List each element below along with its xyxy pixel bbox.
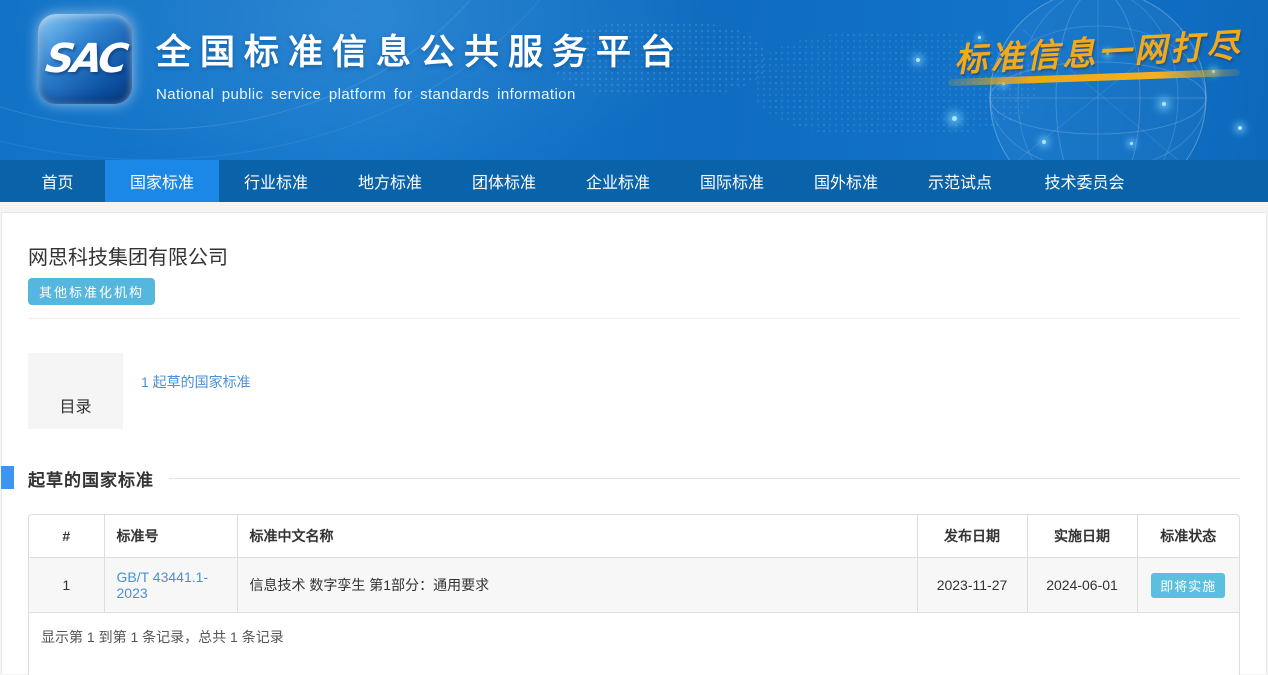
glow-dot bbox=[952, 116, 957, 121]
nav-item-home[interactable]: 首页 bbox=[10, 160, 105, 202]
standard-number-link[interactable]: GB/T 43441.1-2023 bbox=[117, 569, 209, 601]
section-header: 起草的国家标准 bbox=[2, 466, 1266, 490]
nav-item-pilot-demos[interactable]: 示范试点 bbox=[903, 160, 1017, 202]
site-title: 全国标准信息公共服务平台 bbox=[156, 24, 684, 75]
cell-index: 1 bbox=[29, 558, 104, 613]
section-rule bbox=[169, 478, 1240, 479]
nav-item-enterprise-standards[interactable]: 企业标准 bbox=[561, 160, 675, 202]
col-header-standard-no: 标准号 bbox=[104, 515, 237, 558]
glow-dot bbox=[1042, 140, 1046, 144]
sac-logo[interactable]: SAC bbox=[38, 14, 132, 104]
org-name: 网思科技集团有限公司 bbox=[28, 247, 1240, 269]
site-subtitle: National public service platform for sta… bbox=[156, 86, 684, 103]
toc-link-drafted-standards[interactable]: 1 起草的国家标准 bbox=[141, 374, 251, 390]
sac-logo-text: SAC bbox=[42, 36, 127, 82]
nav-item-technical-committees[interactable]: 技术委员会 bbox=[1017, 160, 1152, 202]
table-row: 1 GB/T 43441.1-2023 信息技术 数字孪生 第1部分：通用要求 … bbox=[29, 558, 1239, 613]
glow-dot bbox=[1130, 142, 1133, 145]
standards-table-container: # 标准号 标准中文名称 发布日期 实施日期 标准状态 1 GB/T 43441… bbox=[28, 514, 1240, 675]
col-header-standard-name: 标准中文名称 bbox=[237, 515, 917, 558]
toc-label: 目录 bbox=[28, 353, 123, 429]
section-marker bbox=[1, 466, 14, 489]
table-header-row: # 标准号 标准中文名称 发布日期 实施日期 标准状态 bbox=[29, 515, 1239, 558]
record-summary: 显示第 1 到第 1 条记录，总共 1 条记录 bbox=[29, 612, 1239, 675]
glow-dot bbox=[1238, 126, 1242, 130]
site-titles: 全国标准信息公共服务平台 National public service pla… bbox=[156, 24, 684, 103]
col-header-implement-date: 实施日期 bbox=[1027, 515, 1137, 558]
section-title: 起草的国家标准 bbox=[28, 466, 154, 491]
standards-table: # 标准号 标准中文名称 发布日期 实施日期 标准状态 1 GB/T 43441… bbox=[29, 515, 1239, 612]
toc-body: 1 起草的国家标准 bbox=[123, 353, 1240, 429]
col-header-publish-date: 发布日期 bbox=[917, 515, 1027, 558]
cell-standard-name: 信息技术 数字孪生 第1部分：通用要求 bbox=[237, 558, 917, 613]
status-badge: 即将实施 bbox=[1151, 573, 1225, 598]
cell-standard-no: GB/T 43441.1-2023 bbox=[104, 558, 237, 613]
nav-item-national-standards[interactable]: 国家标准 bbox=[105, 160, 219, 202]
site-banner: SAC 全国标准信息公共服务平台 National public service… bbox=[0, 0, 1268, 160]
toc-panel: 目录 1 起草的国家标准 bbox=[28, 353, 1240, 429]
glow-dot bbox=[916, 58, 920, 62]
cell-publish-date: 2023-11-27 bbox=[917, 558, 1027, 613]
col-header-status: 标准状态 bbox=[1137, 515, 1239, 558]
main-nav: 首页 国家标准 行业标准 地方标准 团体标准 企业标准 国际标准 国外标准 示范… bbox=[0, 160, 1268, 202]
main-content: 网思科技集团有限公司 其他标准化机构 目录 1 起草的国家标准 起草的国家标准 … bbox=[1, 212, 1267, 674]
glow-dot bbox=[1162, 102, 1166, 106]
divider bbox=[28, 318, 1240, 319]
cell-status: 即将实施 bbox=[1137, 558, 1239, 613]
org-type-badge: 其他标准化机构 bbox=[28, 278, 155, 305]
cell-implement-date: 2024-06-01 bbox=[1027, 558, 1137, 613]
nav-item-industry-standards[interactable]: 行业标准 bbox=[219, 160, 333, 202]
nav-item-international-standards[interactable]: 国际标准 bbox=[675, 160, 789, 202]
nav-item-group-standards[interactable]: 团体标准 bbox=[447, 160, 561, 202]
nav-item-local-standards[interactable]: 地方标准 bbox=[333, 160, 447, 202]
nav-item-foreign-standards[interactable]: 国外标准 bbox=[789, 160, 903, 202]
col-header-index: # bbox=[29, 515, 104, 558]
